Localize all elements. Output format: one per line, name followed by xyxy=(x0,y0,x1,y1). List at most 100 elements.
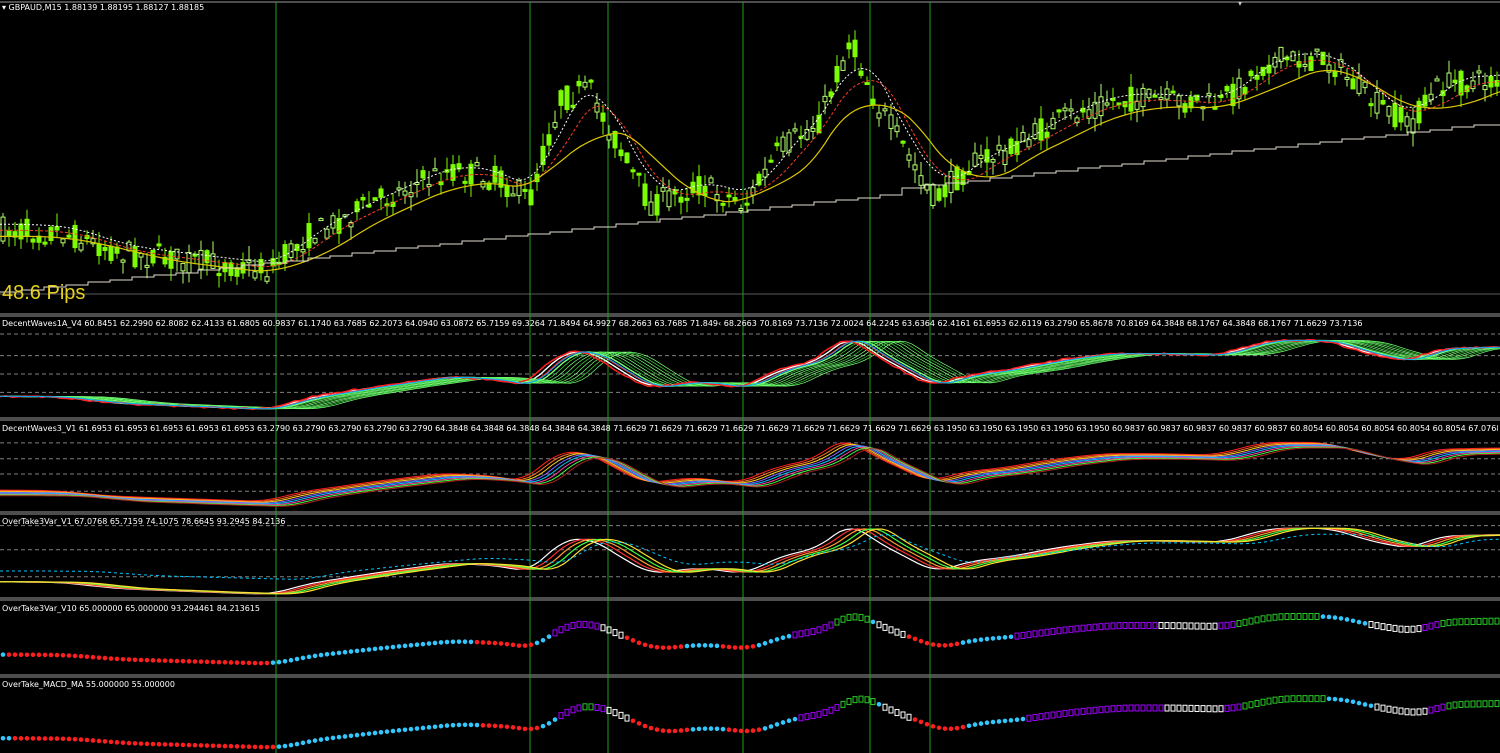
candle-body xyxy=(1338,59,1344,68)
otmacd-dot xyxy=(1458,700,1464,708)
ot3v10-dot xyxy=(798,630,804,638)
candle-body xyxy=(1098,96,1104,117)
ot3v10-dot xyxy=(66,653,72,658)
otmacd-dot xyxy=(438,723,444,729)
otmacd-dot xyxy=(462,722,468,728)
ot3v10-dot xyxy=(72,653,78,659)
otmacd-dot xyxy=(1026,714,1032,722)
ot3v10-dot xyxy=(48,652,54,658)
ot3v10-dot xyxy=(1302,612,1308,620)
candle-body xyxy=(300,249,306,253)
otmacd-dot xyxy=(918,719,924,725)
candle-body xyxy=(684,197,690,201)
collapse-arrow-icon[interactable]: ▾ xyxy=(1238,0,1242,8)
otmacd-dot xyxy=(1374,703,1380,711)
ot3v10-dot xyxy=(1296,612,1302,620)
candle-body xyxy=(606,134,612,141)
ot3v10-dot xyxy=(1398,625,1404,633)
otmacd-dot xyxy=(786,718,792,724)
ot3v10-dot xyxy=(1482,617,1488,625)
ot3v10-dot xyxy=(708,643,714,648)
ot3v10-dot xyxy=(120,656,126,662)
otmacd-dot xyxy=(300,740,306,746)
candle-body xyxy=(942,184,948,198)
ot3v10-dot xyxy=(90,654,96,660)
otmacd-dot xyxy=(792,716,798,722)
candle-body xyxy=(888,114,894,129)
ot3v10-dot xyxy=(1326,614,1332,620)
otmacd-dot xyxy=(1200,705,1206,713)
candle-body xyxy=(1362,81,1368,89)
candle-body xyxy=(1224,86,1230,92)
ot3v10-dot xyxy=(204,659,210,665)
ot3v1-line-1 xyxy=(0,527,1500,595)
candle-body xyxy=(546,134,552,146)
candle-body xyxy=(360,197,366,201)
ot3v10-dot xyxy=(612,629,618,637)
trading-chart-canvas[interactable] xyxy=(0,0,1500,753)
dw3-line-0 xyxy=(0,441,1500,502)
otmacd-dot xyxy=(684,727,690,733)
candle-body xyxy=(288,243,294,258)
candle-body xyxy=(588,79,594,83)
otmacd-dot xyxy=(720,726,726,732)
otmacd-dot xyxy=(834,704,840,712)
otmacd-dot xyxy=(1284,695,1290,703)
otmacd-dot xyxy=(1404,708,1410,716)
candle-body xyxy=(1482,84,1488,91)
ot3v10-dot xyxy=(1368,621,1374,629)
candle-body xyxy=(1248,70,1254,77)
otmacd-dot xyxy=(528,726,534,732)
pips-label: 48.6 Pips xyxy=(2,282,86,304)
otmacd-dot xyxy=(504,724,510,730)
ot3v10-dot xyxy=(648,643,654,649)
otmacd-dot xyxy=(252,744,258,750)
ot3v10-dot xyxy=(1176,622,1182,630)
ot3v10-dot xyxy=(1002,635,1008,640)
candlesticks xyxy=(0,30,1500,288)
candle-body xyxy=(48,226,54,241)
otmacd-dot xyxy=(1470,700,1476,708)
ot3v10-dot xyxy=(546,634,552,639)
ot3v10-dot xyxy=(744,644,750,650)
ot3v10-dot xyxy=(354,648,360,654)
candle-body xyxy=(1182,103,1188,113)
otmacd-dot xyxy=(726,727,732,733)
otmacd-dot xyxy=(516,725,522,731)
candle-body xyxy=(792,128,798,132)
ot3v10-dot xyxy=(12,652,18,657)
ot3v10-dot xyxy=(636,640,642,646)
ot3v10-dot xyxy=(858,614,864,622)
candle-body xyxy=(24,218,30,237)
ot3v10-dot xyxy=(456,639,462,644)
ot3v10-dot xyxy=(144,657,150,663)
ot3v10-dot xyxy=(96,655,102,660)
candle-body xyxy=(786,132,792,153)
otmacd-dot xyxy=(636,721,642,726)
ot3v10-dots xyxy=(0,612,1500,666)
candle-body xyxy=(858,70,864,76)
ot3v10-dot xyxy=(1404,625,1410,633)
ot3v10-dot xyxy=(126,657,132,662)
ot3v10-dot xyxy=(1464,618,1470,626)
otmacd-dot xyxy=(828,706,834,714)
candle-body xyxy=(636,172,642,176)
candle-body xyxy=(624,152,630,164)
otmacd-dot xyxy=(1122,704,1128,712)
ot3v10-dot xyxy=(36,652,42,658)
otmacd-dot xyxy=(1464,700,1470,708)
candle-body xyxy=(1422,94,1428,107)
otmacd-dot xyxy=(954,725,960,731)
ot3v10-dot xyxy=(918,638,924,644)
ot3v10-dot xyxy=(216,659,222,665)
candle-body xyxy=(492,165,498,183)
otmacd-dot xyxy=(1290,695,1296,703)
ot3v10-dot xyxy=(570,621,576,629)
ot3v10-dot xyxy=(1200,622,1206,630)
otmacd-dot xyxy=(450,722,456,728)
ot3v10-dot xyxy=(1182,622,1188,630)
candle-body xyxy=(1026,139,1032,148)
candle-body xyxy=(900,140,906,144)
otmacd-dot xyxy=(744,728,750,734)
ot3v10-dot xyxy=(1380,623,1386,631)
